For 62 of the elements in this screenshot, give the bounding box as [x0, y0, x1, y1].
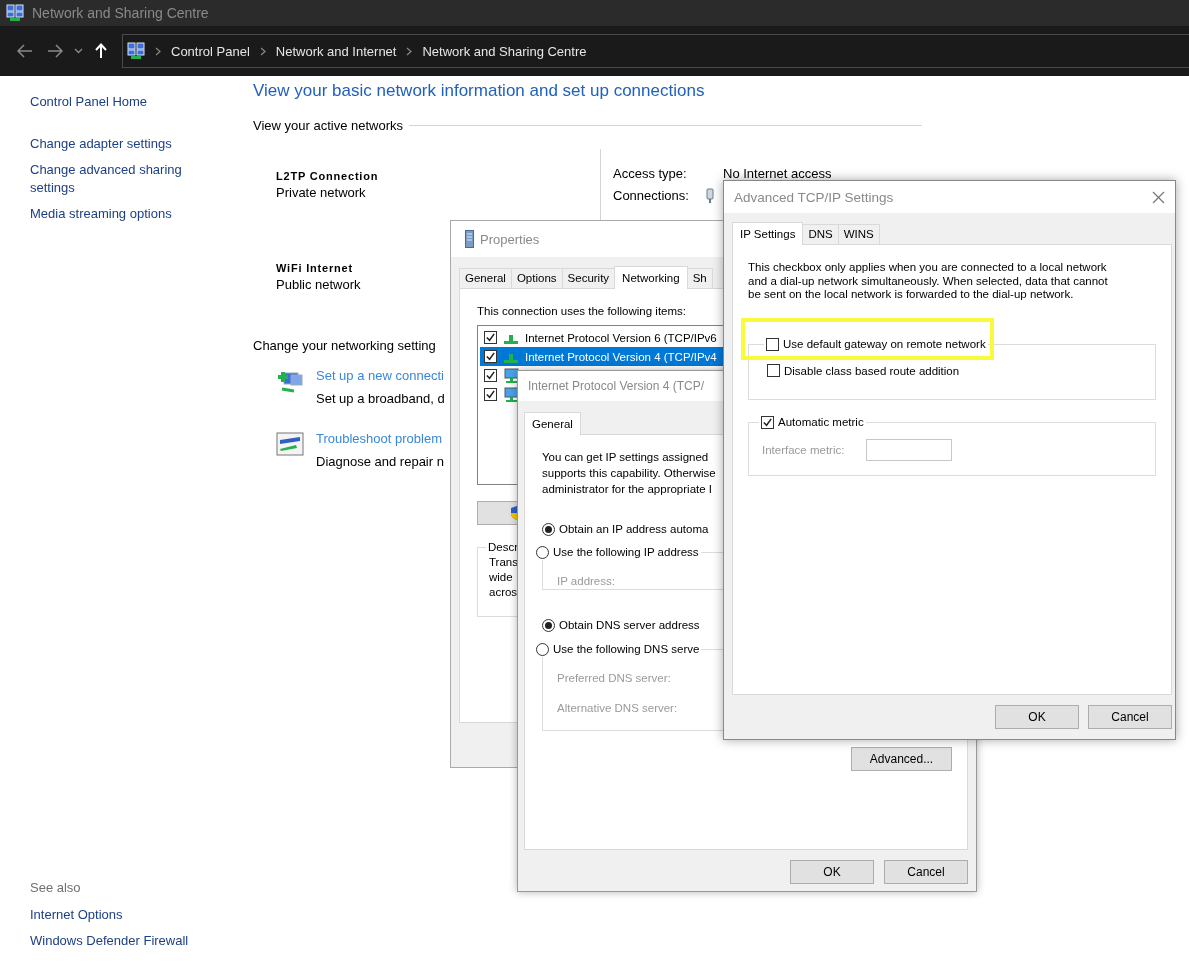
task-link[interactable]: Troubleshoot problem	[316, 430, 442, 448]
field-label: IP address:	[556, 574, 615, 589]
intro-text: This checkbox only applies when you are connected to a local network and a dial-up network simultaneously. When selected, data that cannot be sent on the local network is forwarded to the dial-up network.	[748, 261, 1109, 302]
tab[interactable]: IP Settings	[732, 222, 804, 245]
field-label: Interface metric:	[762, 443, 845, 456]
page-heading: View your basic network information and set up connections	[253, 80, 706, 102]
radio-label: Obtain DNS server address	[559, 618, 700, 633]
dialog-button[interactable]: OK	[995, 705, 1079, 729]
task-description: Diagnose and repair n	[316, 453, 444, 471]
tab[interactable]: WINS	[837, 224, 880, 244]
intro-text: You can get IP settings assigned	[542, 450, 709, 465]
intro-text: administrator for the appropriate I	[542, 482, 713, 497]
list-item[interactable]: Internet Protocol Version 6 (TCP/IPv6	[480, 328, 723, 347]
network-category: Public network	[276, 276, 361, 294]
list-item[interactable]: Internet Protocol Version 4 (TCP/IPv4	[480, 347, 723, 366]
radio-label: Use the following IP address	[553, 545, 699, 560]
tab[interactable]: Networking	[614, 266, 688, 289]
intro-text: supports this capability. Otherwise	[542, 466, 716, 481]
sidebar-link[interactable]: Change advanced sharing settings	[30, 161, 205, 197]
sidebar-link[interactable]: Change adapter settings	[30, 135, 205, 153]
checkbox-label: Automatic metric	[778, 416, 864, 428]
description-text: wide	[489, 570, 513, 585]
network-name: L2TP Connection	[276, 169, 379, 184]
field-label: Connections:	[613, 187, 689, 205]
section-heading: Change your networking setting	[253, 337, 436, 355]
dialog-title: Advanced TCP/IP Settings	[734, 189, 894, 205]
dialog-button[interactable]: Cancel	[884, 860, 968, 884]
advanced-button[interactable]: Advanced...	[851, 747, 952, 771]
dialog-title: Internet Protocol Version 4 (TCP/	[528, 379, 705, 393]
field-label: Access type:	[613, 165, 687, 183]
dialog-button[interactable]: OK	[790, 860, 874, 884]
sidebar-link[interactable]: Windows Defender Firewall	[30, 932, 253, 950]
breadcrumb[interactable]: Network and Sharing Centre	[422, 43, 587, 59]
description-text: acros	[489, 585, 518, 600]
section-heading: View your active networks	[253, 118, 404, 133]
radio-label: Obtain an IP address automa	[559, 522, 709, 537]
task-description: Set up a broadband, d	[316, 390, 445, 408]
task-link[interactable]: Set up a new connecti	[316, 367, 444, 385]
network-category: Private network	[276, 184, 366, 202]
tab[interactable]: General	[524, 412, 581, 435]
field-label: Preferred DNS server:	[556, 671, 671, 686]
tab[interactable]: Sh	[686, 268, 713, 288]
field-label: Alternative DNS server:	[556, 701, 678, 716]
breadcrumb[interactable]: Control Panel	[171, 43, 250, 59]
field-value: No Internet access	[723, 165, 832, 183]
sidebar-link[interactable]: Media streaming options	[30, 205, 205, 223]
address-bar[interactable]: Control Panel Network and Internet Network and Sharing Centre	[122, 34, 1189, 68]
window-title: Network and Sharing Centre	[32, 5, 209, 21]
list-label: This connection uses the following items:	[477, 304, 687, 319]
section-heading: See also	[30, 879, 82, 897]
description-text: Trans	[489, 555, 518, 570]
radio-label: Use the following DNS serve	[553, 642, 700, 657]
group-label: Descr	[487, 541, 520, 553]
sidebar-link[interactable]: Control Panel Home	[30, 93, 205, 111]
tab[interactable]: General	[459, 268, 512, 288]
checkbox-label: Disable class based route addition	[784, 363, 960, 379]
network-name: WiFi Internet	[276, 261, 353, 276]
dialog-button[interactable]: Cancel	[1088, 705, 1172, 729]
checkbox-label: Use default gateway on remote network	[783, 338, 986, 350]
breadcrumb[interactable]: Network and Internet	[275, 43, 397, 59]
sidebar-link[interactable]: Internet Options	[30, 906, 253, 924]
dialog-title: Properties	[480, 231, 540, 247]
